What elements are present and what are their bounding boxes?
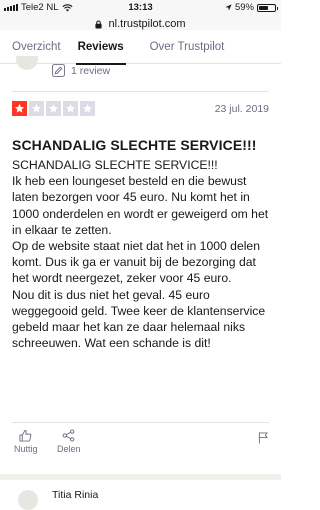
reviewer-header: 1 review xyxy=(12,56,272,86)
share-label: Delen xyxy=(57,444,81,454)
status-right: 59% xyxy=(225,2,278,13)
review-date: 23 jul. 2019 xyxy=(214,103,269,115)
share-icon xyxy=(62,429,75,442)
review-paragraph: SCHANDALIG SLECHTE SERVICE!!! xyxy=(12,158,218,172)
avatar[interactable] xyxy=(16,56,38,70)
report-button[interactable] xyxy=(258,431,269,449)
divider xyxy=(12,422,269,423)
review-count-label: 1 review xyxy=(71,64,111,77)
url-bar[interactable]: nl.trustpilot.com xyxy=(0,18,281,30)
avatar[interactable] xyxy=(18,490,38,510)
star-icon xyxy=(29,101,44,116)
useful-button[interactable]: Nuttig xyxy=(14,429,38,454)
thumbs-up-icon xyxy=(19,429,32,442)
share-button[interactable]: Delen xyxy=(57,429,81,454)
useful-label: Nuttig xyxy=(14,444,38,454)
review-actions: Nuttig Delen xyxy=(12,429,269,459)
pencil-icon xyxy=(52,64,65,77)
location-icon xyxy=(225,4,232,11)
review-count: 1 review xyxy=(52,64,110,77)
star-icon xyxy=(46,101,61,116)
star-icon xyxy=(63,101,78,116)
lock-icon xyxy=(95,20,103,29)
review-title: SCHANDALIG SLECHTE SERVICE!!! xyxy=(12,137,257,153)
section-separator xyxy=(0,474,281,480)
flag-icon xyxy=(258,432,268,444)
url-text: nl.trustpilot.com xyxy=(108,18,186,31)
review-paragraph: Ik heb een loungeset besteld en die bewu… xyxy=(12,174,269,237)
review-body: SCHANDALIG SLECHTE SERVICE!!! Ik heb een… xyxy=(12,157,274,351)
review-paragraph: Nou dit is dus niet het geval. 45 euro w… xyxy=(12,287,266,351)
reviewer-name[interactable]: Titia Rinia xyxy=(52,489,98,501)
star-icon xyxy=(12,101,27,116)
star-rating xyxy=(12,101,95,116)
battery-icon xyxy=(257,3,278,12)
star-icon xyxy=(80,101,95,116)
status-bar: Tele2 NL 13:13 59% xyxy=(0,0,281,18)
battery-percent: 59% xyxy=(234,2,254,13)
review-paragraph: Op de website staat niet dat het in 1000… xyxy=(12,239,260,286)
divider xyxy=(12,91,269,92)
